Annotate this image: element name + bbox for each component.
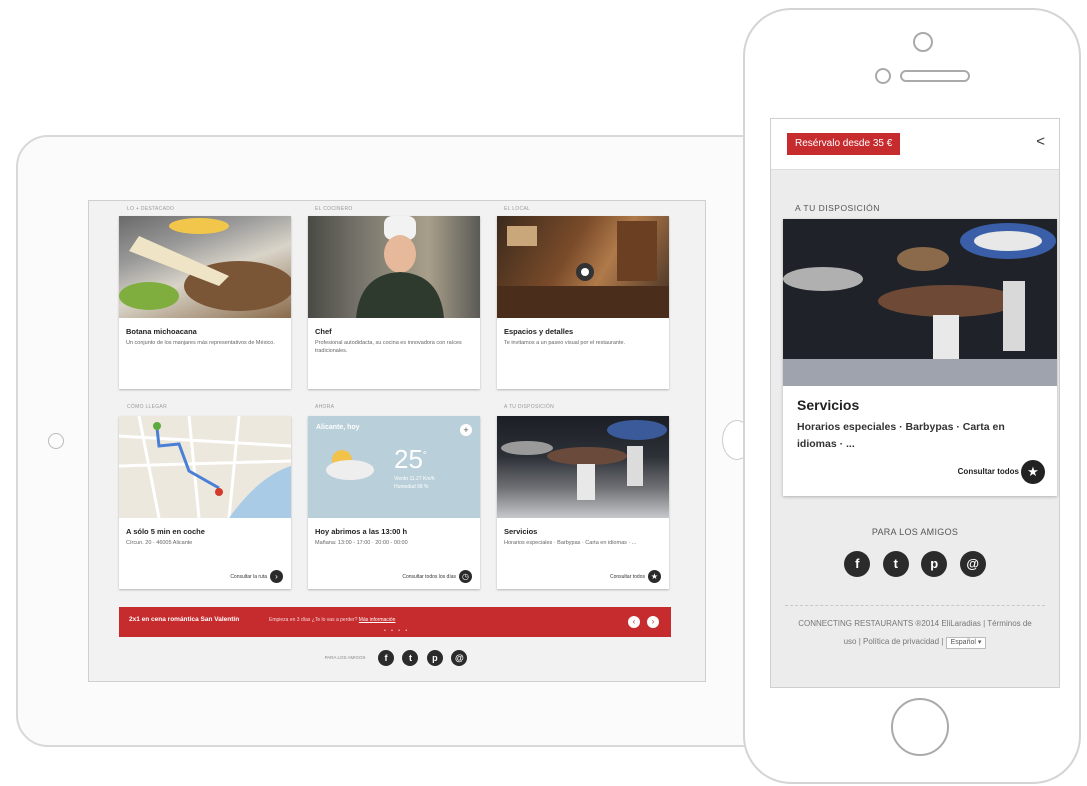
chevron-left-icon[interactable]: ‹: [628, 616, 640, 628]
section-label-disposicion: A TU DISPOSICIÓN: [795, 203, 880, 213]
email-icon[interactable]: @: [451, 649, 468, 666]
bowls-photo: [497, 416, 669, 518]
services-card[interactable]: Servicios Horarios especiales · Barbypas…: [783, 219, 1057, 496]
card-desc: Te invitamos a un paseo visual por el re…: [504, 340, 626, 346]
section-label-local: EL LOCAL: [504, 206, 531, 212]
facebook-icon[interactable]: f: [844, 551, 871, 577]
promo-banner[interactable]: 2x1 en cena romántica San Valentín Empie…: [119, 607, 671, 637]
temperature: 25°: [394, 444, 427, 474]
weather-widget: Alicante, hoy + 25° Viento 11.27 Km/h Hu…: [308, 416, 480, 518]
chef-photo: [308, 216, 480, 318]
chevron-right-icon[interactable]: ›: [647, 616, 659, 628]
section-label-cocinero: EL COCINERO: [315, 206, 353, 212]
section-label-destacado: LO + DESTACADO: [127, 206, 175, 212]
friends-label: PARA LOS AMIGOS: [871, 527, 959, 537]
card-servicios[interactable]: Servicios Horarios especiales · Barbypas…: [497, 416, 669, 589]
card-chef[interactable]: Chef Profesional autodidacta, su cocina …: [308, 216, 480, 389]
card-desc: Horarios especiales · Barbypas · Carta e…: [504, 540, 637, 546]
card-desc: Mañana: 13:00 - 17:00 · 20:00 - 00:00: [315, 540, 408, 546]
card-desc: Horarios especiales · Barbypas · Carta e…: [797, 421, 1005, 450]
phone-camera: [913, 32, 933, 52]
pinterest-icon[interactable]: p: [426, 649, 443, 666]
promo-link[interactable]: Más información: [359, 617, 396, 623]
footer-line-2: uso | Política de privacidad | Español ▾: [779, 633, 1051, 651]
twitter-icon[interactable]: t: [882, 551, 909, 577]
star-icon[interactable]: ★: [648, 570, 661, 583]
carousel-dots[interactable]: • • • •: [384, 628, 409, 634]
social-row: PARA LOS AMIGOS f t p @: [89, 649, 705, 667]
promo-title: 2x1 en cena romántica San Valentín: [129, 616, 240, 623]
card-title: A sólo 5 min en coche: [126, 527, 205, 536]
card-espacios[interactable]: Espacios y detalles Te invitamos a un pa…: [497, 216, 669, 389]
card-title: Hoy abrimos a las 13:00 h: [315, 527, 408, 536]
card-desc: Un conjunto de los manjares más represen…: [126, 340, 275, 346]
card-desc: Círcun. 20 · 46005 Alicante: [126, 540, 193, 546]
phone-header: Resérvalo desde 35 € <: [771, 119, 1059, 170]
clock-icon[interactable]: ◷: [459, 570, 472, 583]
footer-line-1: CONNECTING RESTAURANTS ®2014 EliLaradias…: [798, 619, 1032, 628]
card-title: Botana michoacana: [126, 327, 197, 336]
phone-home-button: [891, 698, 949, 756]
card-ruta[interactable]: A sólo 5 min en coche Círcun. 20 · 46005…: [119, 416, 291, 589]
pinterest-icon[interactable]: p: [921, 551, 948, 577]
phone-sensor: [875, 68, 891, 84]
facebook-icon[interactable]: f: [378, 649, 395, 666]
social-label: PARA LOS AMIGOS: [324, 655, 366, 661]
weather-city: Alicante, hoy: [316, 424, 360, 431]
phone-screen: Resérvalo desde 35 € < A TU DISPOSICIÓN …: [770, 118, 1060, 688]
divider: [785, 605, 1045, 606]
card-title: Chef: [315, 327, 332, 336]
plus-icon[interactable]: +: [460, 424, 472, 436]
card-title: Servicios: [797, 397, 860, 413]
share-icon[interactable]: <: [1036, 133, 1045, 150]
phone-speaker: [900, 70, 970, 82]
twitter-icon[interactable]: t: [402, 649, 419, 666]
food-photo: [119, 216, 291, 318]
card-title: Servicios: [504, 527, 538, 536]
tablet-screen: LO + DESTACADO EL COCINERO EL LOCAL Bota…: [88, 200, 706, 682]
humidity-text: Humedad 68 %: [394, 484, 429, 490]
section-label-ahora: AHORA: [315, 404, 335, 410]
restaurant-interior-photo: [497, 216, 669, 318]
promo-text: Empieza en 3 días ¿Te lo vas a perder? M…: [269, 617, 396, 623]
route-link[interactable]: Consultar la ruta: [230, 574, 267, 580]
schedule-link[interactable]: Consultar todos los días: [402, 574, 456, 580]
tablet-side-dot: [48, 433, 64, 449]
social-row: f t p @: [771, 551, 1059, 577]
card-botana[interactable]: Botana michoacana Un conjunto de los man…: [119, 216, 291, 389]
card-horario[interactable]: Alicante, hoy + 25° Viento 11.27 Km/h Hu…: [308, 416, 480, 589]
email-icon[interactable]: @: [959, 551, 986, 577]
services-link[interactable]: Consultar todos: [610, 574, 645, 580]
map[interactable]: [119, 416, 291, 518]
wind-text: Viento 11.27 Km/h: [394, 476, 435, 482]
services-link[interactable]: Consultar todos: [958, 467, 1019, 476]
card-desc: Profesional autodidacta, su cocina es in…: [315, 340, 462, 354]
sun-cloud-icon: [326, 450, 374, 480]
star-icon[interactable]: ★: [1021, 460, 1045, 484]
section-label-llegar: CÓMO LLEGAR: [127, 404, 167, 410]
reserve-button[interactable]: Resérvalo desde 35 €: [787, 133, 901, 155]
section-label-disposicion: A TU DISPOSICIÓN: [504, 404, 554, 410]
arrow-right-icon[interactable]: ›: [270, 570, 283, 583]
bowls-photo: [783, 219, 1057, 386]
card-title: Espacios y detalles: [504, 327, 574, 336]
footer: CONNECTING RESTAURANTS ®2014 EliLaradias…: [779, 615, 1051, 651]
phone-frame: Resérvalo desde 35 € < A TU DISPOSICIÓN …: [743, 8, 1081, 784]
language-select[interactable]: Español ▾: [945, 637, 987, 649]
